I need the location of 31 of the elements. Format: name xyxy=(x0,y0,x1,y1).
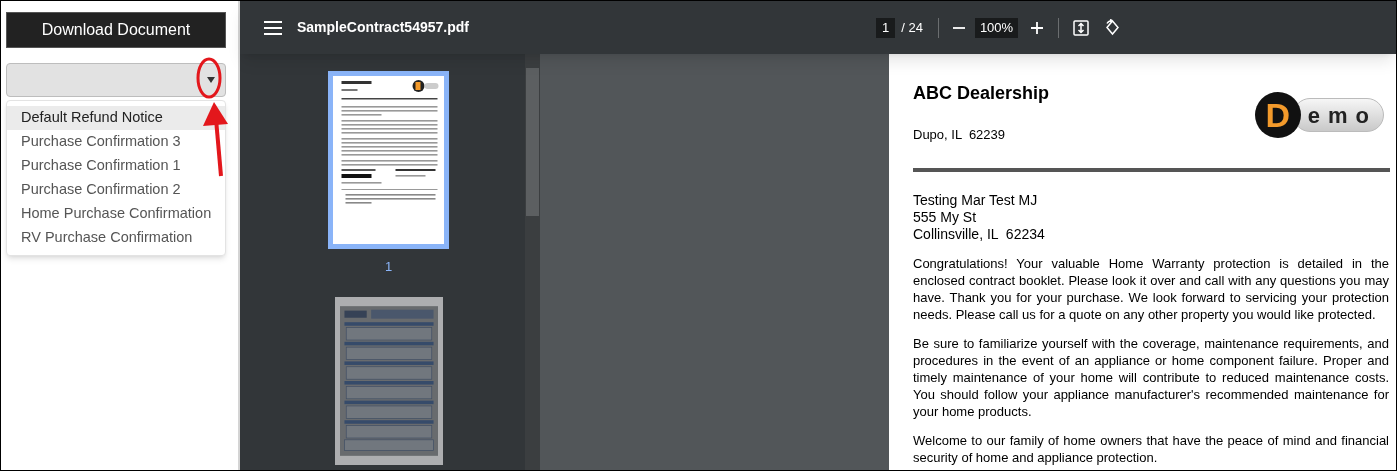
dealer-address: Dupo, IL 62239 xyxy=(913,127,1007,142)
menu-icon[interactable] xyxy=(264,20,282,35)
fit-page-icon[interactable] xyxy=(1073,19,1090,36)
dropdown-option[interactable]: Purchase Confirmation 3 xyxy=(7,130,225,154)
page-count: / 24 xyxy=(901,18,923,37)
page-thumbnail[interactable] xyxy=(328,71,449,249)
recipient-line: 555 My St xyxy=(913,209,978,226)
letter-paragraph: Congratulations! Your valuable Home Warranty protection is detailed in the enclosed contract booklet. Please look it over and call with any questions you may have. Thank you for your purchase. We look forward to servicing your protection needs. Please call us for a quote on any other property you would like protected. xyxy=(913,255,1389,323)
download-button[interactable]: Download Document xyxy=(6,12,226,48)
page-input[interactable]: 1 xyxy=(875,17,896,38)
recipient-line: Collinsville, IL 62234 xyxy=(913,226,1046,243)
dropdown-option[interactable]: Default Refund Notice xyxy=(7,106,225,130)
caret-icon xyxy=(207,77,215,83)
zoom-level[interactable]: 100% xyxy=(974,17,1019,38)
document-select[interactable] xyxy=(6,63,226,97)
dropdown-option[interactable]: Purchase Confirmation 1 xyxy=(7,154,225,178)
dealer-name: ABC Dealership xyxy=(913,82,1050,105)
logo-initial: D xyxy=(1254,92,1301,138)
letter-paragraph: Welcome to our family of home owners that have the peace of mind and financial security of home and appliance protection. xyxy=(913,432,1389,466)
dropdown-option[interactable]: RV Purchase Confirmation xyxy=(7,226,225,250)
letter-paragraph: Be sure to familiarize yourself with the coverage, maintenance requirements, and procedures in the event of an appliance or home component failure. Proper and timely maintenance of your home will contribute to reduced maintenance costs. You should follow your appliance manufacturer's recommended maintenance for your home products. xyxy=(913,335,1389,420)
recipient-line: Testing Mar Test MJ xyxy=(913,192,1039,209)
page-number: 1 xyxy=(384,258,393,276)
page-thumbnail[interactable] xyxy=(334,296,443,465)
zoom-in-icon[interactable] xyxy=(1031,21,1044,34)
scrollbar[interactable] xyxy=(525,54,540,470)
dropdown-option[interactable]: Purchase Confirmation 2 xyxy=(7,178,225,202)
rotate-icon[interactable] xyxy=(1104,19,1122,36)
file-title: SampleContract54957.pdf xyxy=(297,18,469,37)
dropdown-option[interactable]: Home Purchase Confirmation xyxy=(7,202,225,226)
highlight-ellipse xyxy=(196,57,222,99)
